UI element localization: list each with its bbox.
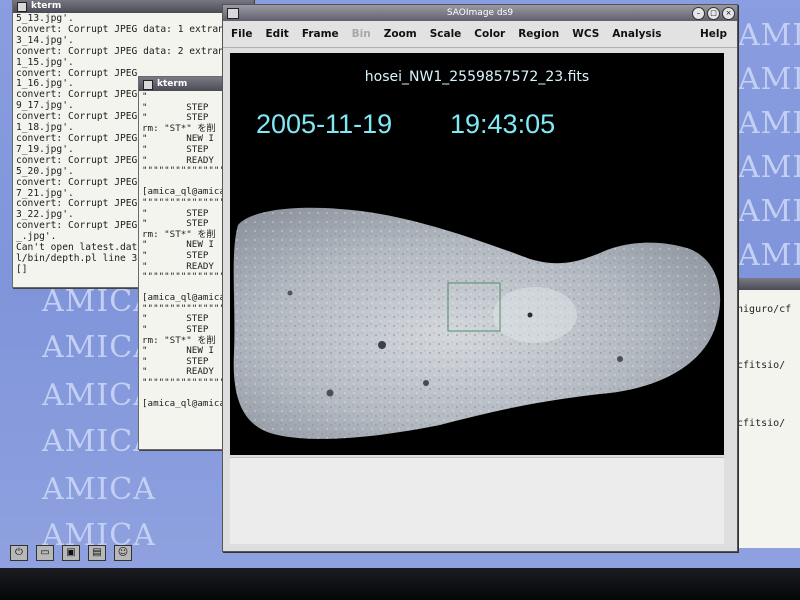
menu-frame[interactable]: Frame — [302, 28, 339, 40]
printer-icon[interactable]: ▤ — [88, 545, 106, 561]
desktop-watermark: AMICA — [738, 18, 800, 53]
power-icon[interactable]: ⏻ — [10, 545, 28, 561]
menu-wcs[interactable]: WCS — [572, 28, 599, 40]
window-menu-icon[interactable] — [227, 8, 239, 19]
window-menu-icon[interactable] — [17, 2, 27, 12]
ds9-panel — [230, 457, 724, 544]
terminal-line: 1_15.jpg'. — [16, 56, 74, 68]
asteroid-image — [233, 207, 721, 439]
menu-zoom[interactable]: Zoom — [384, 28, 417, 40]
menu-analysis[interactable]: Analysis — [612, 28, 661, 40]
ds9-window[interactable]: SAOImage ds9 – □ × File Edit Frame Bin Z… — [222, 4, 738, 552]
ds9-menubar: File Edit Frame Bin Zoom Scale Color Reg… — [223, 21, 737, 48]
menu-edit[interactable]: Edit — [266, 28, 289, 40]
menu-help[interactable]: Help — [700, 28, 727, 40]
kterm-line: shiguro/cf — [731, 304, 792, 315]
image-canvas[interactable]: hosei_NW1_2559857572_23.fits 2005-11-19 … — [230, 53, 724, 455]
menu-scale[interactable]: Scale — [430, 28, 462, 40]
close-button[interactable]: × — [722, 7, 735, 20]
kterm-line: /cfitsio/ — [731, 418, 786, 429]
menu-bin[interactable]: Bin — [352, 28, 371, 40]
desktop-watermark: AMICA — [738, 106, 800, 141]
minimize-button[interactable]: – — [692, 7, 705, 20]
ds9-titlebar[interactable]: SAOImage ds9 – □ × — [223, 5, 737, 21]
kterm-titlebar[interactable]: kterm — [13, 0, 253, 13]
monitor-bezel — [0, 568, 800, 600]
window-menu-icon[interactable] — [143, 80, 153, 90]
desktop-watermark: AMICA — [738, 150, 800, 185]
menu-region[interactable]: Region — [518, 28, 559, 40]
monitor-icon[interactable]: ▣ — [62, 545, 80, 561]
ds9-title: SAOImage ds9 — [446, 8, 514, 18]
kterm-title: kterm — [157, 79, 188, 89]
menu-file[interactable]: File — [231, 28, 253, 40]
menu-color[interactable]: Color — [474, 28, 505, 40]
maximize-button[interactable]: □ — [707, 7, 720, 20]
desktop-watermark: AMICA — [738, 62, 800, 97]
desktop-watermark: AMICA — [738, 194, 800, 229]
kterm-title: kterm — [31, 1, 62, 11]
desktop: AMICA AMICA AMICA AMICA AMICA AMICA AMIC… — [0, 0, 800, 568]
desktop-watermark: AMICA — [738, 238, 800, 273]
taskbar: ⏻ ▭ ▣ ▤ ☺ — [10, 544, 132, 562]
user-icon[interactable]: ☺ — [114, 545, 132, 561]
kterm-line: /cfitsio/ — [731, 360, 786, 371]
terminal-icon[interactable]: ▭ — [36, 545, 54, 561]
terminal-line: convert: Corrupt JPEG data: 2 extraneo — [16, 45, 236, 57]
desktop-watermark: AMICA — [42, 472, 156, 507]
